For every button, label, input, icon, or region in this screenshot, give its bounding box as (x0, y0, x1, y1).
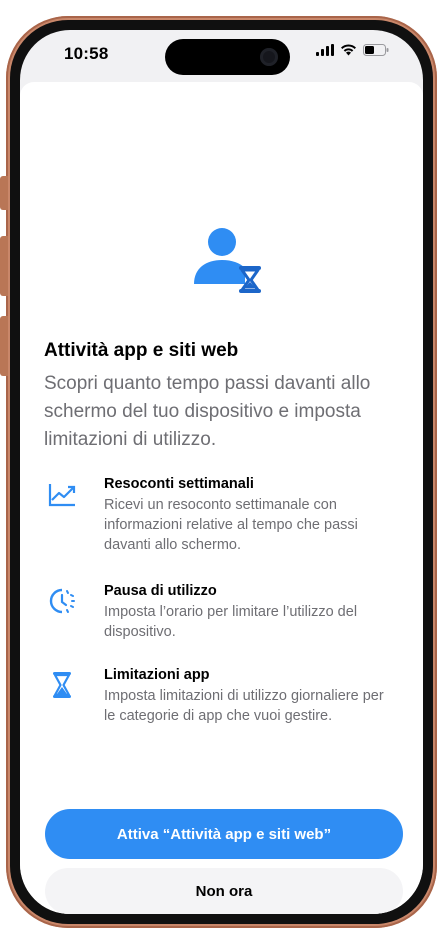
downtime-clock-icon (49, 588, 75, 614)
feature-description: Ricevi un resoconto settimanale con info… (104, 497, 358, 553)
battery-icon (363, 44, 389, 56)
not-now-button[interactable]: Non ora (45, 868, 403, 914)
hourglass-icon (53, 672, 71, 698)
volume-down-button (0, 316, 8, 376)
feature-title: Pausa di utilizzo (104, 583, 217, 599)
onboarding-sheet: Attività app e siti web Scopri quanto te… (20, 82, 423, 914)
person-hourglass-icon (194, 228, 261, 293)
status-icons (316, 44, 389, 56)
screen: 10:58 Attività app e siti web Scopri qua… (20, 30, 423, 914)
feature-description: Imposta l’orario per limitare l’utilizzo… (104, 604, 358, 640)
feature-title: Limitazioni app (104, 667, 210, 683)
front-camera (260, 48, 278, 66)
page-title: Attività app e siti web (44, 340, 239, 361)
action-button (0, 176, 8, 210)
wifi-icon (341, 44, 356, 56)
enable-screen-time-button[interactable]: Attiva “Attività app e siti web” (45, 809, 403, 859)
status-bar: 10:58 (20, 30, 423, 90)
feature-title: Resoconti settimanali (104, 476, 254, 492)
volume-up-button (0, 236, 8, 296)
feature-description: Imposta limitazioni di utilizzo giornali… (104, 688, 384, 724)
cellular-signal-icon (316, 44, 334, 56)
dynamic-island (165, 39, 290, 75)
status-time: 10:58 (64, 44, 109, 63)
chart-trend-icon (48, 484, 76, 507)
page-subtitle: Scopri quanto tempo passi davanti allo s… (44, 373, 371, 450)
